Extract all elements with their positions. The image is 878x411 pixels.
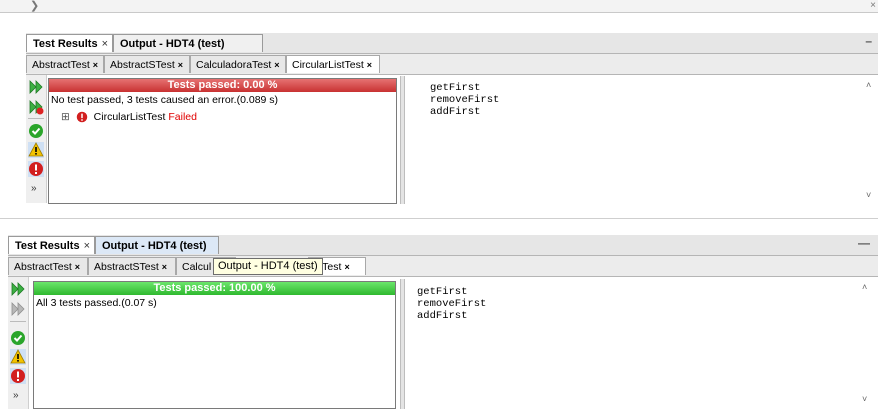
close-icon[interactable]: × (178, 60, 183, 70)
error-filter-icon[interactable] (28, 161, 44, 177)
tab-output[interactable]: Output - HDT4 (test) (113, 34, 263, 52)
tree-row-circularlisttest[interactable]: ⊞ CircularListTest Failed (61, 111, 197, 123)
close-icon[interactable]: × (162, 262, 167, 272)
toolbar-separator (28, 118, 44, 119)
run-summary: All 3 tests passed.(0.07 s) (36, 297, 157, 309)
progress-bar: Tests passed: 0.00 % (49, 79, 396, 92)
progress-bar: Tests passed: 100.00 % (34, 282, 395, 295)
test-toolbar: » (26, 75, 47, 203)
more-tools-button[interactable]: » (13, 390, 19, 401)
tree-node-status: Failed (168, 111, 197, 123)
window-tab-bar: Test Results × Output - HDT4 (test) — (8, 235, 878, 256)
scroll-up-icon[interactable]: ˄ (862, 282, 874, 292)
subtab-abstracts-test[interactable]: AbstractSTest × (88, 257, 176, 275)
window-tab-bar: Test Results × Output - HDT4 (test) – (26, 33, 878, 54)
test-suite-tab-bar: AbstractTest × AbstractSTest × Calcul stTe… (8, 256, 878, 277)
tab-test-results[interactable]: Test Results × (26, 34, 113, 52)
passed-filter-icon[interactable] (28, 123, 44, 139)
passed-filter-icon[interactable] (10, 330, 26, 346)
subtab-calculadora-test[interactable]: CalculadoraTest × (190, 55, 286, 73)
close-icon[interactable]: × (344, 262, 349, 272)
scroll-down-icon[interactable]: ˅ (862, 394, 874, 404)
pane-splitter[interactable] (400, 279, 405, 409)
error-badge-icon (76, 111, 87, 123)
rerun-failed-icon[interactable] (10, 301, 26, 317)
output-line: addFirst (430, 106, 481, 118)
subtab-abstract-test[interactable]: AbstractTest × (8, 257, 88, 275)
scroll-down-icon[interactable]: ˅ (866, 190, 878, 200)
close-icon[interactable]: × (367, 60, 372, 70)
warning-filter-icon[interactable] (28, 142, 44, 158)
rerun-failed-icon[interactable] (28, 99, 44, 115)
run-summary: No test passed, 3 tests caused an error.… (51, 94, 279, 106)
subtab-abstracts-test[interactable]: AbstractSTest × (104, 55, 190, 73)
tab-output[interactable]: Output - HDT4 (test) (95, 236, 219, 254)
more-tools-button[interactable]: » (31, 183, 37, 194)
output-line: addFirst (417, 310, 468, 322)
subtab-circularlist-test[interactable]: CircularListTest × (286, 55, 380, 73)
tab-tooltip: Output - HDT4 (test) (213, 258, 323, 275)
subtab-abstract-test[interactable]: AbstractTest × (26, 55, 104, 73)
tab-close-icon[interactable]: × (84, 240, 90, 252)
test-suite-tab-bar: AbstractTest × AbstractSTest × Calculadora… (26, 54, 878, 75)
error-filter-icon[interactable] (10, 368, 26, 384)
test-results-panel-failed: ❯ × Test Results × Output - HDT4 (test) –… (0, 0, 878, 210)
top-strip: ❯ × (0, 0, 878, 13)
pane-splitter[interactable] (400, 76, 405, 204)
rerun-icon[interactable] (10, 281, 26, 297)
close-icon[interactable]: × (93, 60, 98, 70)
gap-separator (0, 218, 878, 219)
close-icon[interactable]: × (274, 60, 279, 70)
test-results-panel-passed: Test Results × Output - HDT4 (test) — Abs… (0, 222, 878, 411)
tree-expander-icon[interactable]: ⊞ (61, 111, 70, 123)
test-toolbar: » (8, 277, 29, 409)
output-console: getFirst removeFirst addFirst (430, 82, 860, 202)
strip-close-icon[interactable]: × (870, 0, 876, 12)
output-line: removeFirst (417, 298, 487, 310)
output-line: getFirst (430, 82, 481, 94)
output-line: removeFirst (430, 94, 500, 106)
toolbar-separator (10, 321, 26, 322)
tree-node-name: CircularListTest (93, 111, 166, 123)
test-results-tree: Tests passed: 0.00 % No test passed, 3 t… (48, 78, 397, 204)
close-icon[interactable]: × (75, 262, 80, 272)
test-results-tree: Tests passed: 100.00 % All 3 tests passe… (33, 281, 396, 409)
output-line: getFirst (417, 286, 468, 298)
tab-test-results[interactable]: Test Results × (8, 236, 95, 254)
output-console: getFirst removeFirst addFirst (417, 286, 847, 406)
expand-arrow-icon[interactable]: ❯ (30, 0, 44, 12)
rerun-icon[interactable] (28, 79, 44, 95)
warning-filter-icon[interactable] (10, 349, 26, 365)
minimize-button[interactable]: — (858, 236, 870, 250)
tab-close-icon[interactable]: × (102, 38, 108, 50)
scroll-up-icon[interactable]: ˄ (866, 80, 878, 90)
minimize-button[interactable]: – (865, 34, 872, 48)
